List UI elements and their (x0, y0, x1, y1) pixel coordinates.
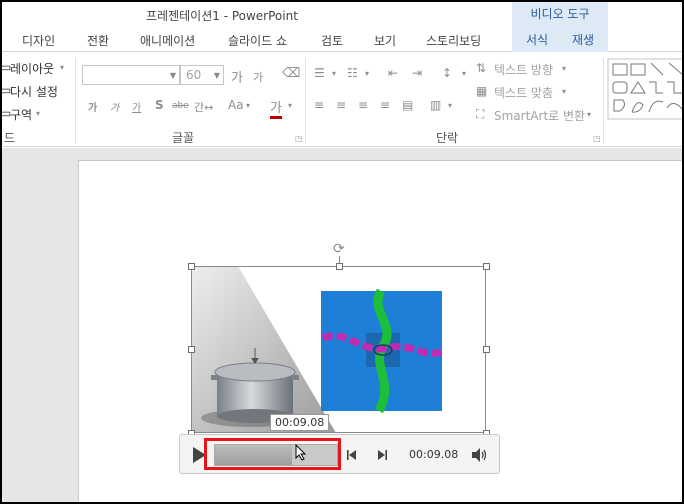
shapes-gallery[interactable] (607, 58, 682, 120)
justify-icon[interactable]: ≡ (380, 98, 390, 112)
rotate-handle-icon[interactable]: ⟳ (333, 241, 345, 257)
italic-icon[interactable]: 가 (110, 99, 119, 114)
bullets-icon[interactable]: ☰ (314, 66, 325, 80)
paragraph-dialog-launcher-icon[interactable]: ◳ (593, 134, 601, 143)
paragraph-group-label: 단락 (436, 131, 459, 145)
chevron-down-icon[interactable]: ▾ (562, 87, 566, 96)
decrease-indent-icon[interactable]: ⇤ (388, 66, 398, 80)
clear-format-icon[interactable]: ⌫ (282, 66, 300, 81)
increase-indent-icon[interactable]: ⇥ (412, 66, 422, 80)
tab-animations[interactable]: 애니메이션 (140, 32, 195, 49)
group-separator (603, 58, 604, 144)
char-spacing-icon[interactable]: 간↔ (194, 99, 213, 115)
volume-icon[interactable] (470, 446, 488, 464)
text-direction-icon: ⇅ (476, 61, 487, 75)
tab-review[interactable]: 검토 (321, 32, 343, 49)
step-forward-icon[interactable] (375, 447, 389, 463)
distributed-icon[interactable]: ▤ (402, 98, 413, 112)
align-text-button[interactable]: 텍스트 맞춤 (494, 84, 553, 101)
group-separator (305, 58, 306, 144)
chevron-down-icon: ▼ (213, 71, 220, 80)
tab-playback[interactable]: 재생 (558, 28, 609, 52)
tab-storyboarding[interactable]: 스토리보딩 (426, 32, 481, 49)
text-direction-button[interactable]: 텍스트 방향 (494, 61, 553, 78)
font-dialog-launcher-icon[interactable]: ◳ (295, 134, 303, 143)
title-bar: 프레젠테이션1 - PowerPoint 비디오 도구 (2, 2, 682, 28)
strikethrough-icon[interactable]: abe (172, 101, 189, 111)
chevron-down-icon[interactable]: ▾ (246, 101, 250, 110)
chevron-down-icon[interactable]: ▾ (332, 69, 336, 78)
align-right-icon[interactable]: ≡ (358, 98, 368, 112)
slides-group-label: 드 (4, 131, 16, 145)
font-name-combo[interactable]: ▼ (82, 65, 180, 85)
chevron-down-icon[interactable]: ▾ (288, 101, 292, 110)
chevron-down-icon[interactable]: ▾ (562, 64, 566, 73)
window-title: 프레젠테이션1 - PowerPoint (146, 9, 298, 23)
smartart-convert-button[interactable]: SmartArt로 변환 (494, 107, 585, 124)
resize-handle-left[interactable] (188, 346, 195, 353)
current-time-display: 00:09.08 (409, 448, 459, 461)
section-dropdown-icon[interactable]: ▾ (36, 109, 40, 118)
decrease-font-icon[interactable]: 가 (253, 69, 263, 85)
media-control-bar: 00:09.08 (179, 434, 500, 474)
line-spacing-icon[interactable]: ↕ (442, 66, 452, 80)
chevron-down-icon[interactable]: ▾ (448, 101, 452, 110)
ribbon-tabs: 디자인 전환 애니메이션 슬라이드 쇼 검토 보기 스토리보딩 서식 재생 (2, 28, 682, 52)
seek-time-tooltip: 00:09.08 (270, 414, 330, 431)
font-group-label: 글꼴 (172, 131, 195, 145)
numbering-icon[interactable]: ☷ (347, 66, 358, 80)
resize-handle-top[interactable] (336, 263, 343, 270)
ribbon: ▭ 레이아웃 ▾ ▭ 다시 설정 ▭ 구역 ▾ 드 ▼ 60 ▼ 가 가 ⌫ 가… (2, 52, 682, 147)
resize-handle-right[interactable] (483, 346, 490, 353)
tab-view[interactable]: 보기 (374, 32, 396, 49)
change-case-icon[interactable]: Aa (228, 98, 244, 112)
columns-icon[interactable]: ▥ (430, 98, 441, 112)
group-separator (75, 58, 76, 144)
chevron-down-icon[interactable]: ▾ (365, 69, 369, 78)
resize-handle-top-right[interactable] (483, 263, 490, 270)
chevron-down-icon[interactable]: ▾ (462, 69, 466, 78)
layout-button[interactable]: 레이아웃 (10, 60, 54, 77)
tab-transitions[interactable]: 전환 (87, 32, 109, 49)
section-button[interactable]: 구역 (10, 106, 32, 123)
font-size-value: 60 (186, 68, 202, 82)
tab-slideshow[interactable]: 슬라이드 쇼 (228, 32, 287, 49)
align-left-icon[interactable]: ≡ (314, 98, 324, 112)
underline-icon[interactable]: 가 (132, 99, 141, 114)
context-tab-group-label: 비디오 도구 (512, 2, 608, 28)
highlight-box (204, 438, 341, 470)
chevron-down-icon[interactable]: ▾ (587, 110, 591, 119)
tab-design[interactable]: 디자인 (22, 32, 55, 49)
reset-button[interactable]: 다시 설정 (10, 83, 58, 100)
increase-font-icon[interactable]: 가 (231, 67, 243, 86)
align-text-icon: ▦ (476, 84, 488, 98)
align-center-icon[interactable]: ≡ (336, 98, 346, 112)
video-frame[interactable] (191, 266, 486, 433)
font-color-icon[interactable]: 가 (270, 97, 282, 119)
powerpoint-window: 프레젠테이션1 - PowerPoint 비디오 도구 디자인 전환 애니메이션… (2, 2, 682, 502)
chevron-down-icon: ▼ (169, 71, 176, 80)
tab-format[interactable]: 서식 (512, 28, 563, 52)
video-poster-image (191, 266, 486, 433)
step-back-icon[interactable] (345, 447, 359, 463)
layout-dropdown-icon[interactable]: ▾ (60, 63, 64, 72)
shadow-icon[interactable]: S (155, 98, 164, 112)
smartart-icon: ⛶ (476, 107, 485, 121)
resize-handle-top-left[interactable] (188, 263, 195, 270)
bold-icon[interactable]: 가 (88, 99, 97, 114)
font-size-combo[interactable]: 60 ▼ (180, 65, 224, 85)
